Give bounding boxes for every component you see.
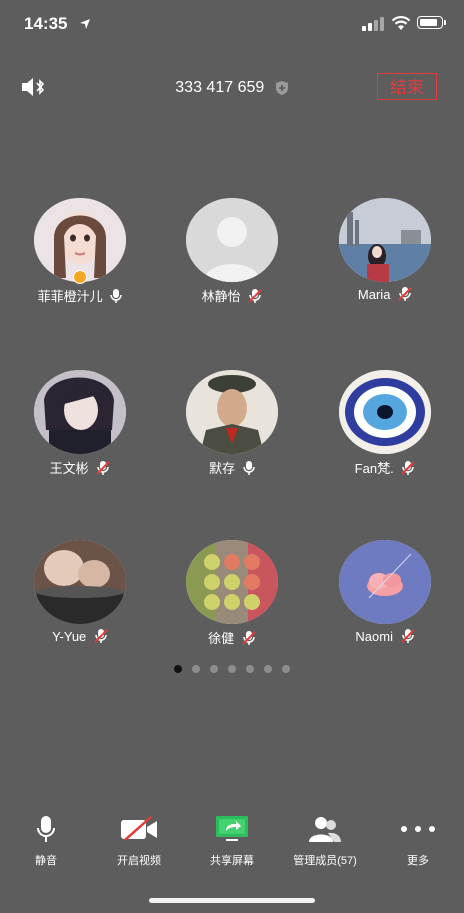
participant-name: 林静怡 <box>201 289 241 304</box>
mic-muted-icon <box>94 629 108 643</box>
participant-name: 徐健 <box>208 631 235 646</box>
page-indicator[interactable] <box>0 660 464 678</box>
page-dot[interactable] <box>192 665 200 673</box>
participant-name: Fan梵. <box>354 461 394 476</box>
default-user-icon <box>186 198 278 282</box>
avatar-photo <box>34 540 126 624</box>
participant-name: Maria <box>357 287 391 302</box>
mic-muted-icon <box>242 631 256 645</box>
page-dot[interactable] <box>246 665 254 673</box>
page-dot[interactable] <box>282 665 290 673</box>
participant-name: 默存 <box>209 461 236 476</box>
participant-name-row: Fan梵. <box>310 458 460 477</box>
cellular-signal-icon <box>362 17 384 31</box>
start-video-label: 开启视频 <box>117 855 161 867</box>
avatar-photo <box>34 370 126 454</box>
mute-label: 静音 <box>35 855 57 867</box>
share-screen-icon <box>216 816 248 841</box>
participant-name: 菲菲橙汁儿 <box>37 289 103 304</box>
battery-icon <box>417 16 446 29</box>
bottom-toolbar: 静音 开启视频 共享屏幕 管理成员(57) 更多 <box>0 812 464 872</box>
manage-members-button[interactable]: 管理成员(57) <box>280 812 370 868</box>
status-time: 14:35 <box>24 14 68 33</box>
participant-name-row: 林静怡 <box>157 286 307 305</box>
microphone-icon <box>110 289 123 303</box>
avatar <box>186 540 278 624</box>
avatar <box>34 540 126 624</box>
mic-muted-icon <box>401 461 416 475</box>
participant-name-row: Y-Yue <box>5 628 155 644</box>
mic-muted-icon <box>96 461 111 475</box>
participant-name: Y-Yue <box>52 629 87 644</box>
shield-icon[interactable] <box>275 80 289 96</box>
status-bar: 14:35 <box>0 0 464 50</box>
more-label: 更多 <box>407 855 429 867</box>
end-meeting-button[interactable]: 结束 <box>377 73 437 100</box>
page-dot[interactable] <box>210 665 218 673</box>
members-icon <box>309 817 341 842</box>
avatar-photo <box>339 540 431 624</box>
avatar <box>34 370 126 454</box>
participant-name-row: Maria <box>310 286 460 302</box>
avatar-photo <box>186 540 278 624</box>
share-screen-label: 共享屏幕 <box>210 855 254 867</box>
start-video-button[interactable]: 开启视频 <box>94 812 184 868</box>
share-screen-button[interactable]: 共享屏幕 <box>187 812 277 868</box>
avatar <box>339 198 431 282</box>
participant-name-row: 王文彬 <box>5 458 155 477</box>
avatar-photo <box>339 198 431 282</box>
participant-name: Naomi <box>355 629 393 644</box>
participant-name: 王文彬 <box>49 461 89 476</box>
meeting-id-text: 333 417 659 <box>175 79 265 96</box>
avatar-photo <box>186 370 278 454</box>
home-indicator[interactable] <box>149 898 315 903</box>
mic-muted-icon <box>400 629 415 643</box>
meeting-topbar: 333 417 659 结束 <box>0 65 464 110</box>
mute-button[interactable]: 静音 <box>1 812 91 868</box>
participant-name-row: Naomi <box>310 628 460 644</box>
more-dots-icon <box>401 826 435 832</box>
avatar <box>339 540 431 624</box>
mic-muted-icon <box>398 287 412 301</box>
host-badge-icon <box>73 270 87 284</box>
page-dot[interactable] <box>264 665 272 673</box>
page-dot[interactable] <box>228 665 236 673</box>
avatar <box>339 370 431 454</box>
microphone-icon <box>243 461 255 475</box>
avatar <box>186 370 278 454</box>
video-off-icon <box>121 816 157 841</box>
manage-members-label: 管理成员(57) <box>293 855 357 867</box>
avatar-photo <box>339 370 431 454</box>
location-arrow-icon <box>80 19 90 29</box>
participant-name-row: 徐健 <box>157 628 307 647</box>
page-dot-active[interactable] <box>174 665 182 673</box>
more-button[interactable]: 更多 <box>373 812 463 868</box>
microphone-icon <box>37 816 55 842</box>
mic-muted-icon <box>248 289 263 303</box>
wifi-icon <box>391 16 411 30</box>
participant-name-row: 菲菲橙汁儿 <box>5 286 155 305</box>
participant-name-row: 默存 <box>157 458 307 477</box>
avatar <box>186 198 278 282</box>
